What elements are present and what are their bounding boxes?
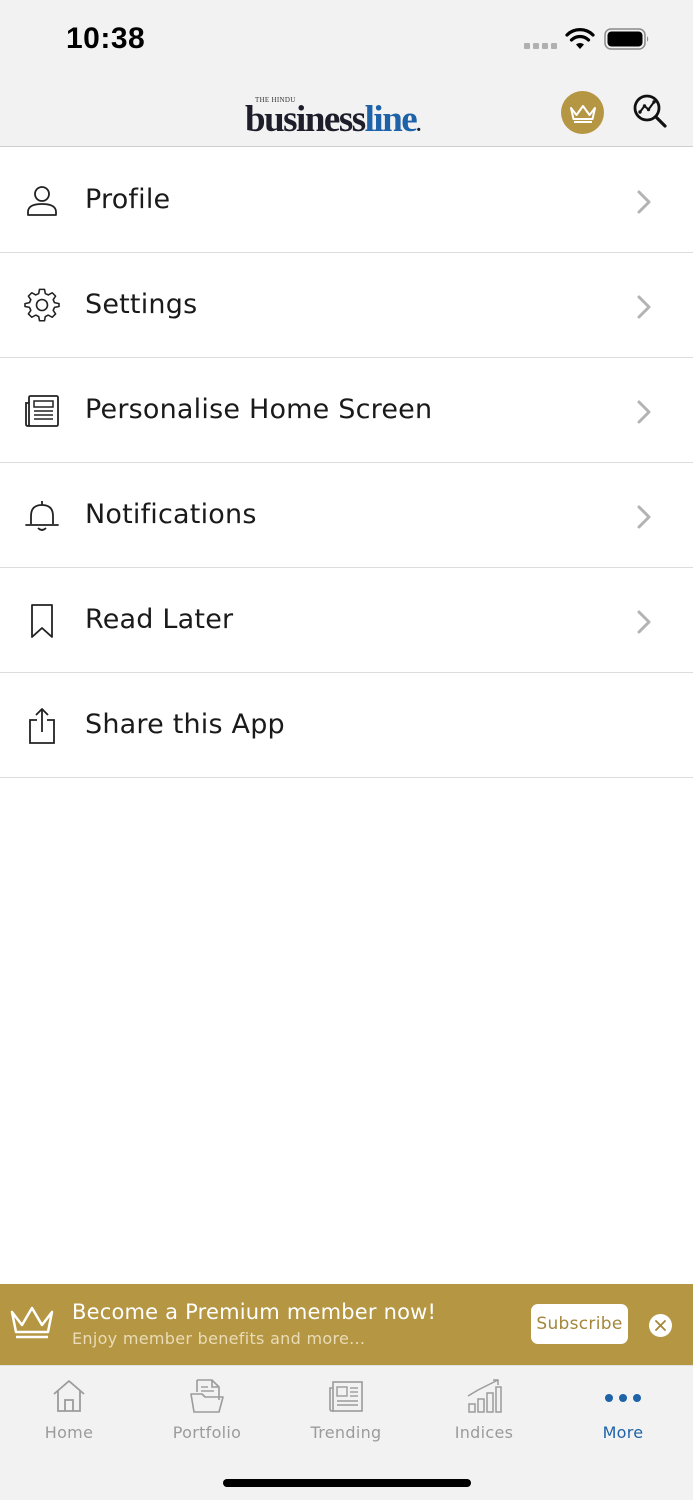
- chevron-right-icon: [637, 505, 651, 529]
- menu-item-label: Personalise Home Screen: [85, 394, 433, 425]
- close-banner-button[interactable]: [649, 1314, 672, 1337]
- menu-item-personalise-home-screen[interactable]: Personalise Home Screen: [0, 358, 693, 463]
- person-icon: [27, 186, 57, 216]
- chevron-right-icon: [637, 400, 651, 424]
- cellular-signal-icon: [524, 43, 557, 49]
- portfolio-icon: [190, 1379, 224, 1413]
- chevron-right-icon: [637, 190, 651, 214]
- crown-icon: [569, 104, 596, 123]
- menu-item-notifications[interactable]: Notifications: [0, 463, 693, 568]
- menu-item-profile[interactable]: Profile: [0, 148, 693, 253]
- tab-bar: Home Portfolio Trending Indices More: [0, 1365, 693, 1500]
- search-chart-icon: [633, 94, 667, 128]
- logo-wordmark: businessline.: [245, 98, 421, 141]
- menu-item-share-this-app[interactable]: Share this App: [0, 673, 693, 778]
- logo-line-text: line: [364, 99, 418, 140]
- battery-icon: [604, 28, 649, 50]
- bar-chart-icon: [467, 1379, 502, 1413]
- bookmark-icon: [31, 604, 53, 638]
- bell-icon: [25, 501, 59, 531]
- gear-icon: [24, 288, 60, 322]
- subscribe-button[interactable]: Subscribe: [531, 1304, 628, 1344]
- premium-crown-button[interactable]: [561, 91, 604, 134]
- tab-label: Trending: [310, 1423, 382, 1442]
- app-header: THE HINDU businessline.: [0, 80, 693, 147]
- more-menu-list: Profile Settings Personalise Home Screen: [0, 148, 693, 778]
- newspaper-icon: [25, 395, 59, 427]
- wifi-icon: [565, 28, 595, 49]
- businessline-logo[interactable]: THE HINDU businessline.: [245, 92, 455, 140]
- logo-dot: .: [416, 114, 421, 136]
- home-icon: [53, 1380, 85, 1412]
- more-dots-icon: [605, 1394, 641, 1402]
- tab-label: Home: [44, 1423, 94, 1442]
- menu-item-read-later[interactable]: Read Later: [0, 568, 693, 673]
- tab-portfolio[interactable]: Portfolio: [138, 1366, 276, 1456]
- banner-subtitle: Enjoy member benefits and more...: [72, 1329, 366, 1348]
- status-time: 10:38: [66, 22, 146, 55]
- newspaper-icon: [329, 1381, 363, 1412]
- tab-label: Indices: [454, 1423, 514, 1442]
- crown-icon: [10, 1306, 54, 1339]
- menu-item-label: Read Later: [85, 604, 234, 635]
- tab-label: More: [602, 1423, 644, 1442]
- chevron-right-icon: [637, 610, 651, 634]
- home-indicator[interactable]: [223, 1479, 471, 1487]
- tab-indices[interactable]: Indices: [415, 1366, 553, 1456]
- banner-title: Become a Premium member now!: [72, 1300, 437, 1324]
- premium-banner[interactable]: Become a Premium member now! Enjoy membe…: [0, 1284, 693, 1365]
- close-icon: [655, 1320, 666, 1331]
- menu-item-label: Settings: [85, 289, 198, 320]
- menu-item-label: Share this App: [85, 709, 285, 740]
- tab-more[interactable]: More: [554, 1366, 692, 1456]
- share-icon: [29, 708, 55, 744]
- menu-item-label: Notifications: [85, 499, 257, 530]
- market-search-button[interactable]: [630, 91, 670, 131]
- tab-label: Portfolio: [172, 1423, 242, 1442]
- status-bar: 10:38: [0, 0, 693, 80]
- menu-item-label: Profile: [85, 184, 171, 215]
- tab-home[interactable]: Home: [0, 1366, 138, 1456]
- menu-item-settings[interactable]: Settings: [0, 253, 693, 358]
- logo-business-text: business: [245, 99, 366, 140]
- chevron-right-icon: [637, 295, 651, 319]
- tab-trending[interactable]: Trending: [277, 1366, 415, 1456]
